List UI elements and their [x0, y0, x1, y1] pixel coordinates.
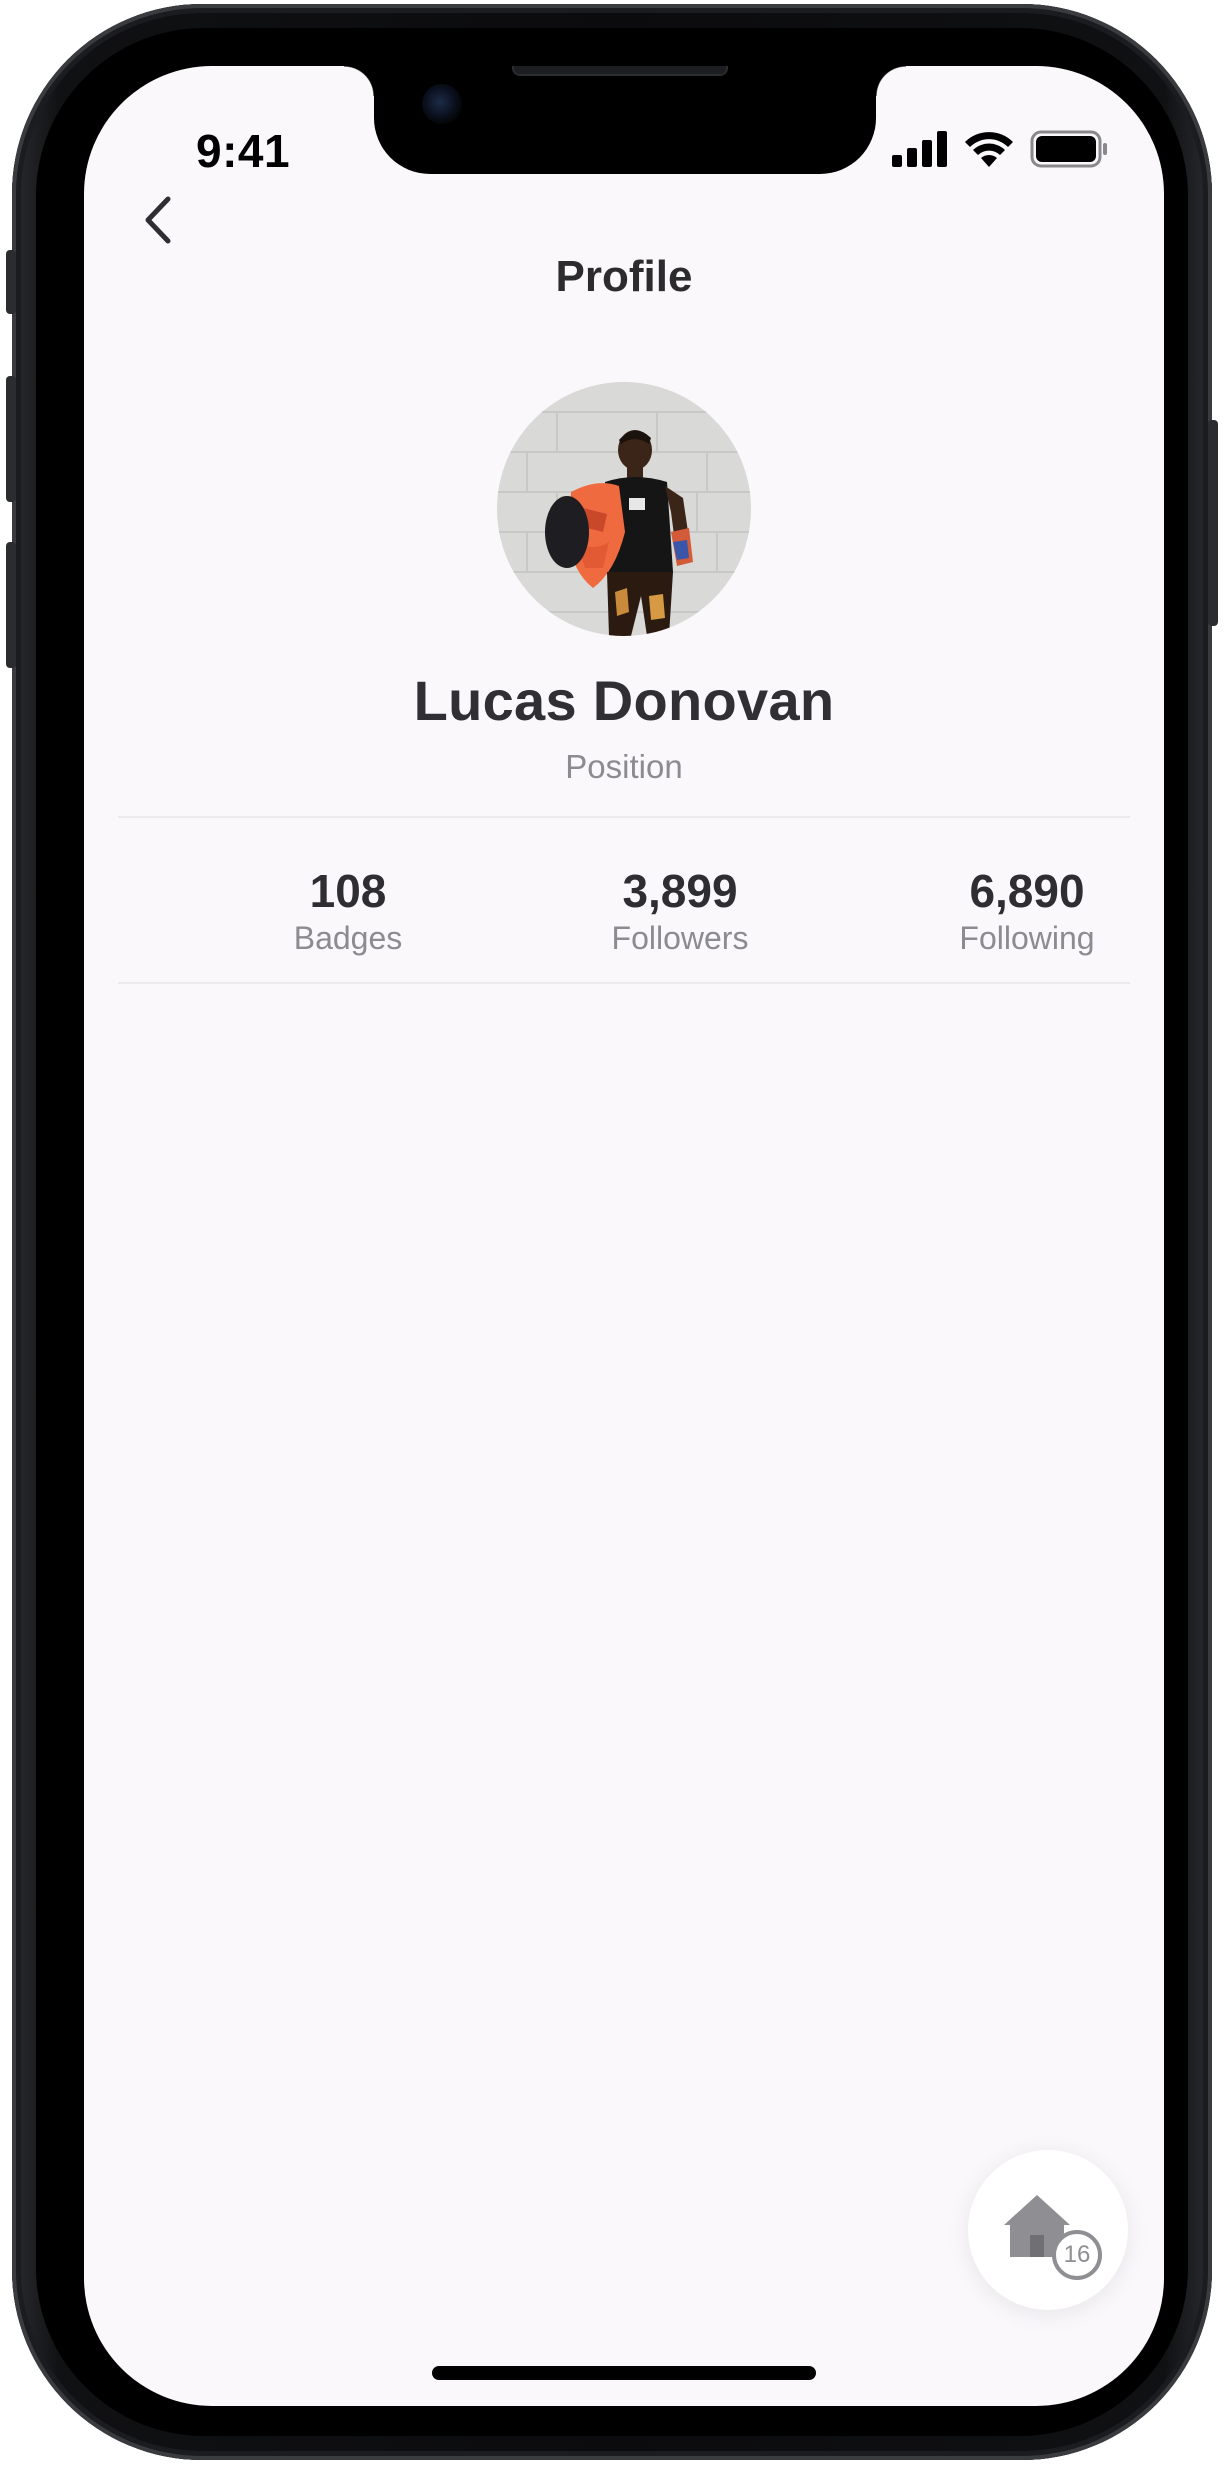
front-camera [422, 84, 462, 124]
stat-following-value: 6,890 [969, 865, 1085, 917]
stat-badges-value: 108 [309, 865, 387, 917]
stat-badges[interactable]: 108 Badges [198, 864, 498, 958]
stat-followers[interactable]: 3,899 Followers [530, 864, 830, 958]
page-title: Profile [555, 252, 693, 301]
chevron-left-icon [145, 196, 171, 244]
power-button [1208, 420, 1218, 626]
stat-followers-label: Followers [611, 920, 749, 956]
status-icons [892, 130, 1108, 168]
status-time: 9:41 [196, 125, 291, 177]
wifi-icon [965, 132, 1013, 167]
profile-name: Lucas Donovan [413, 669, 835, 732]
phone-frame: 9:41 Profile Lucas Donovan Position 108 … [6, 4, 1218, 2460]
screen: 9:41 Profile Lucas Donovan Position 108 … [84, 66, 1164, 2406]
stat-followers-value: 3,899 [622, 865, 738, 917]
stat-following[interactable]: 6,890 Following [877, 864, 1164, 958]
home-button[interactable]: 16 [968, 2150, 1128, 2310]
volume-up-button [6, 376, 16, 502]
stat-following-label: Following [959, 920, 1095, 956]
battery-icon [1030, 130, 1107, 168]
profile-position: Position [565, 748, 683, 785]
volume-down-button [6, 542, 16, 668]
home-indicator[interactable] [432, 2366, 816, 2380]
back-button[interactable] [126, 188, 190, 252]
mute-switch [6, 250, 16, 314]
home-badge: 16 [1052, 2230, 1102, 2280]
avatar-photo [497, 382, 751, 636]
divider-top [118, 816, 1130, 818]
cellular-signal-icon [892, 131, 947, 167]
divider-bottom [118, 982, 1130, 984]
earpiece-speaker [512, 66, 728, 76]
stat-badges-label: Badges [293, 920, 403, 956]
notch [344, 66, 906, 174]
avatar[interactable] [497, 382, 751, 636]
